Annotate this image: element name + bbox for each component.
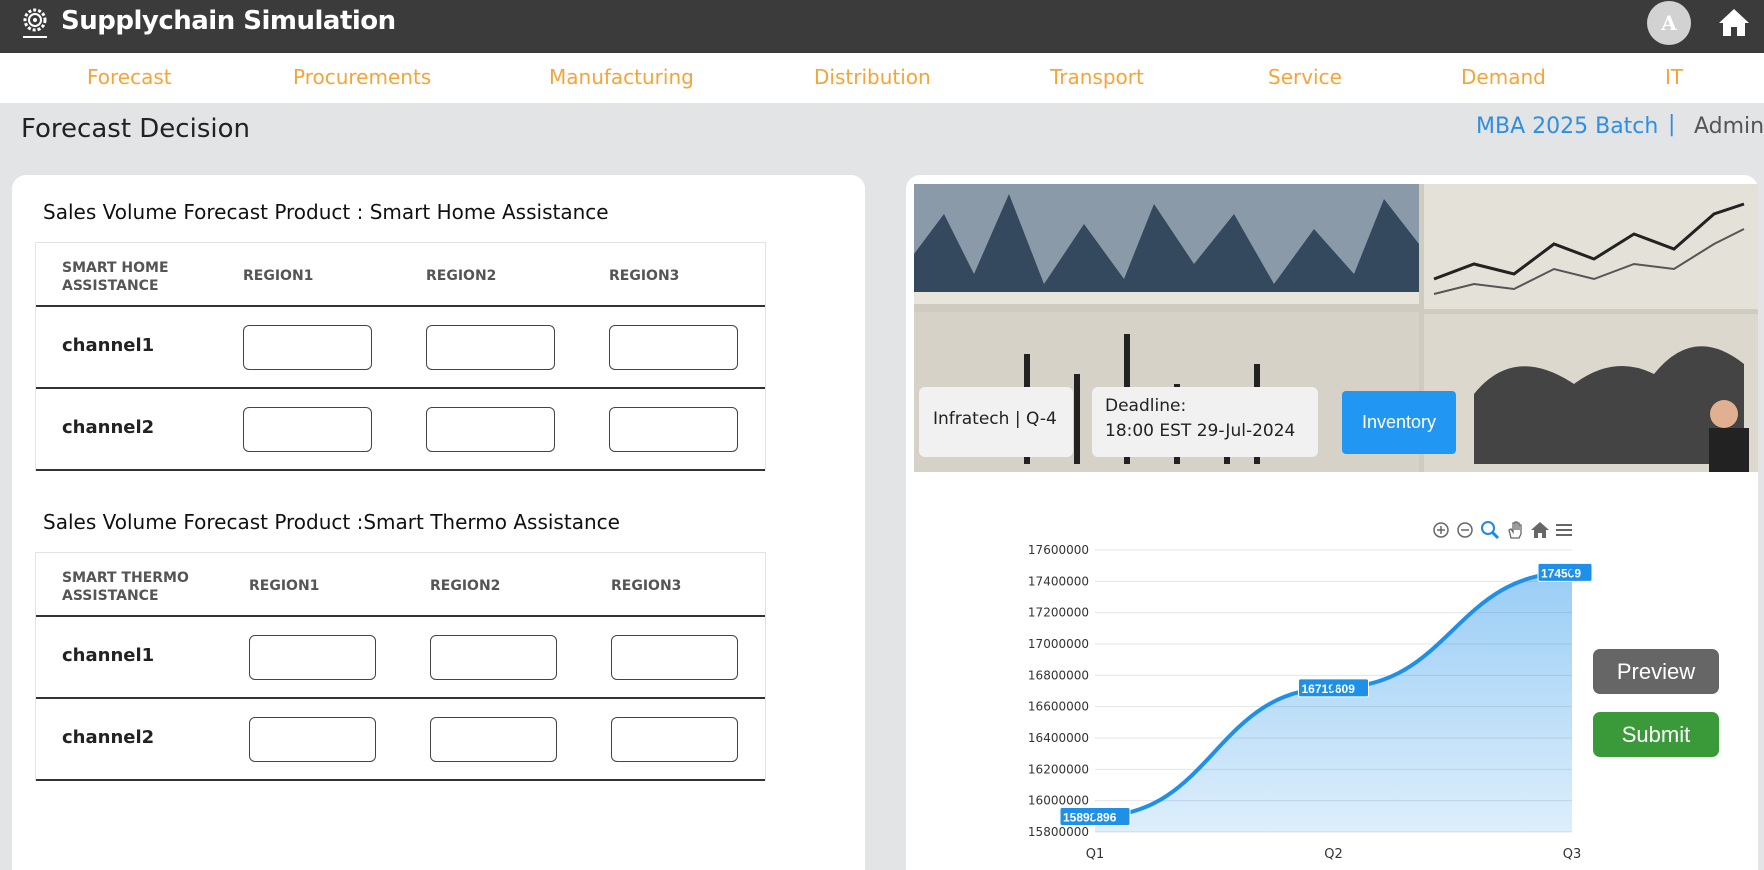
top-bar: Supplychain Simulation A xyxy=(0,0,1764,53)
submit-button[interactable]: Submit xyxy=(1593,712,1719,757)
role-label: Admin xyxy=(1694,114,1764,139)
column-header-region2: REGION2 xyxy=(426,268,497,284)
deadline-box: Deadline: 18:00 EST 29-Jul-2024 xyxy=(1092,387,1318,457)
column-header-region2: REGION2 xyxy=(430,578,501,594)
column-header-product: SMART HOME ASSISTANCE xyxy=(62,260,169,294)
data-label: 16719609 xyxy=(1302,682,1356,696)
smart-home-channel1-region3-input[interactable] xyxy=(609,325,738,370)
smart-thermo-channel1-region3-input[interactable] xyxy=(611,635,738,680)
nav-forecast[interactable]: Forecast xyxy=(87,65,172,89)
page-title: Forecast Decision xyxy=(21,114,250,144)
smart-home-channel2-region3-input[interactable] xyxy=(609,407,738,452)
table-header: SMART THERMO ASSISTANCE REGION1 REGION2 … xyxy=(36,553,765,617)
y-tick-label: 17200000 xyxy=(1028,606,1089,620)
x-tick-label: Q2 xyxy=(1324,847,1343,862)
inventory-button[interactable]: Inventory xyxy=(1342,391,1456,454)
nav-demand[interactable]: Demand xyxy=(1461,65,1546,89)
y-tick-label: 17400000 xyxy=(1028,574,1089,588)
x-tick-label: Q1 xyxy=(1086,847,1105,862)
main-nav: Forecast Procurements Manufacturing Dist… xyxy=(0,53,1764,103)
data-point[interactable] xyxy=(1092,813,1098,820)
nav-transport[interactable]: Transport xyxy=(1050,65,1144,89)
table-row: channel2 xyxy=(36,699,765,781)
smart-home-channel1-region1-input[interactable] xyxy=(243,325,372,370)
forecast-area-chart: 17600000 17400000 17200000 17000000 16800000… xyxy=(1028,543,1593,862)
user-avatar[interactable]: A xyxy=(1647,1,1691,45)
smart-home-channel1-region2-input[interactable] xyxy=(426,325,555,370)
table2-title: Sales Volume Forecast Product :Smart The… xyxy=(43,510,620,534)
home-icon[interactable] xyxy=(1718,7,1750,37)
data-point[interactable] xyxy=(1330,684,1337,691)
y-tick-label: 17600000 xyxy=(1028,543,1089,557)
y-tick-label: 16600000 xyxy=(1028,700,1089,714)
table-row: channel2 xyxy=(36,389,765,471)
table-row: channel1 xyxy=(36,307,765,389)
deadline-value: 18:00 EST 29-Jul-2024 xyxy=(1105,421,1296,441)
table-row: channel1 xyxy=(36,617,765,699)
preview-button[interactable]: Preview xyxy=(1593,649,1719,694)
column-header-region1: REGION1 xyxy=(243,268,314,284)
deadline-label: Deadline: xyxy=(1105,396,1187,416)
nav-service[interactable]: Service xyxy=(1268,65,1342,89)
data-label: 174569 xyxy=(1541,566,1581,580)
y-tick-label: 17000000 xyxy=(1028,637,1089,651)
company-quarter-badge: Infratech | Q-4 xyxy=(919,387,1073,457)
nav-manufacturing[interactable]: Manufacturing xyxy=(549,65,694,89)
row-label-channel1: channel1 xyxy=(62,335,155,356)
app-title: Supplychain Simulation xyxy=(61,6,396,36)
table-header: SMART HOME ASSISTANCE REGION1 REGION2 RE… xyxy=(36,243,765,307)
y-tick-label: 16400000 xyxy=(1028,731,1089,745)
batch-link[interactable]: MBA 2025 Batch xyxy=(1476,114,1658,139)
row-label-channel2: channel2 xyxy=(62,727,155,748)
y-tick-label: 16200000 xyxy=(1028,762,1089,776)
smart-home-channel2-region2-input[interactable] xyxy=(426,407,555,452)
forecast-table-smart-home: SMART HOME ASSISTANCE REGION1 REGION2 RE… xyxy=(35,242,766,471)
smart-thermo-channel2-region1-input[interactable] xyxy=(249,717,376,762)
column-header-product: SMART THERMO ASSISTANCE xyxy=(62,570,189,604)
data-point[interactable] xyxy=(1569,569,1575,576)
y-tick-label: 16800000 xyxy=(1028,668,1089,682)
app-logo-gear-icon[interactable] xyxy=(20,6,50,42)
header-separator: | xyxy=(1668,112,1676,137)
x-tick-label: Q3 xyxy=(1563,847,1582,862)
smart-thermo-channel2-region2-input[interactable] xyxy=(430,717,557,762)
data-label: 15898896 xyxy=(1063,811,1117,825)
company-quarter-text: Infratech | Q-4 xyxy=(933,409,1057,429)
y-tick-label: 16000000 xyxy=(1028,794,1089,808)
smart-home-channel2-region1-input[interactable] xyxy=(243,407,372,452)
column-header-region3: REGION3 xyxy=(611,578,682,594)
row-label-channel2: channel2 xyxy=(62,417,155,438)
series-area xyxy=(1095,572,1572,832)
y-tick-label: 15800000 xyxy=(1028,825,1089,839)
smart-thermo-channel2-region3-input[interactable] xyxy=(611,717,738,762)
table1-title: Sales Volume Forecast Product : Smart Ho… xyxy=(43,200,609,224)
column-header-region3: REGION3 xyxy=(609,268,680,284)
nav-procurements[interactable]: Procurements xyxy=(293,65,431,89)
nav-distribution[interactable]: Distribution xyxy=(814,65,931,89)
smart-thermo-channel1-region1-input[interactable] xyxy=(249,635,376,680)
column-header-region1: REGION1 xyxy=(249,578,320,594)
forecast-table-smart-thermo: SMART THERMO ASSISTANCE REGION1 REGION2 … xyxy=(35,552,766,781)
row-label-channel1: channel1 xyxy=(62,645,155,666)
nav-it[interactable]: IT xyxy=(1665,65,1683,89)
smart-thermo-channel1-region2-input[interactable] xyxy=(430,635,557,680)
